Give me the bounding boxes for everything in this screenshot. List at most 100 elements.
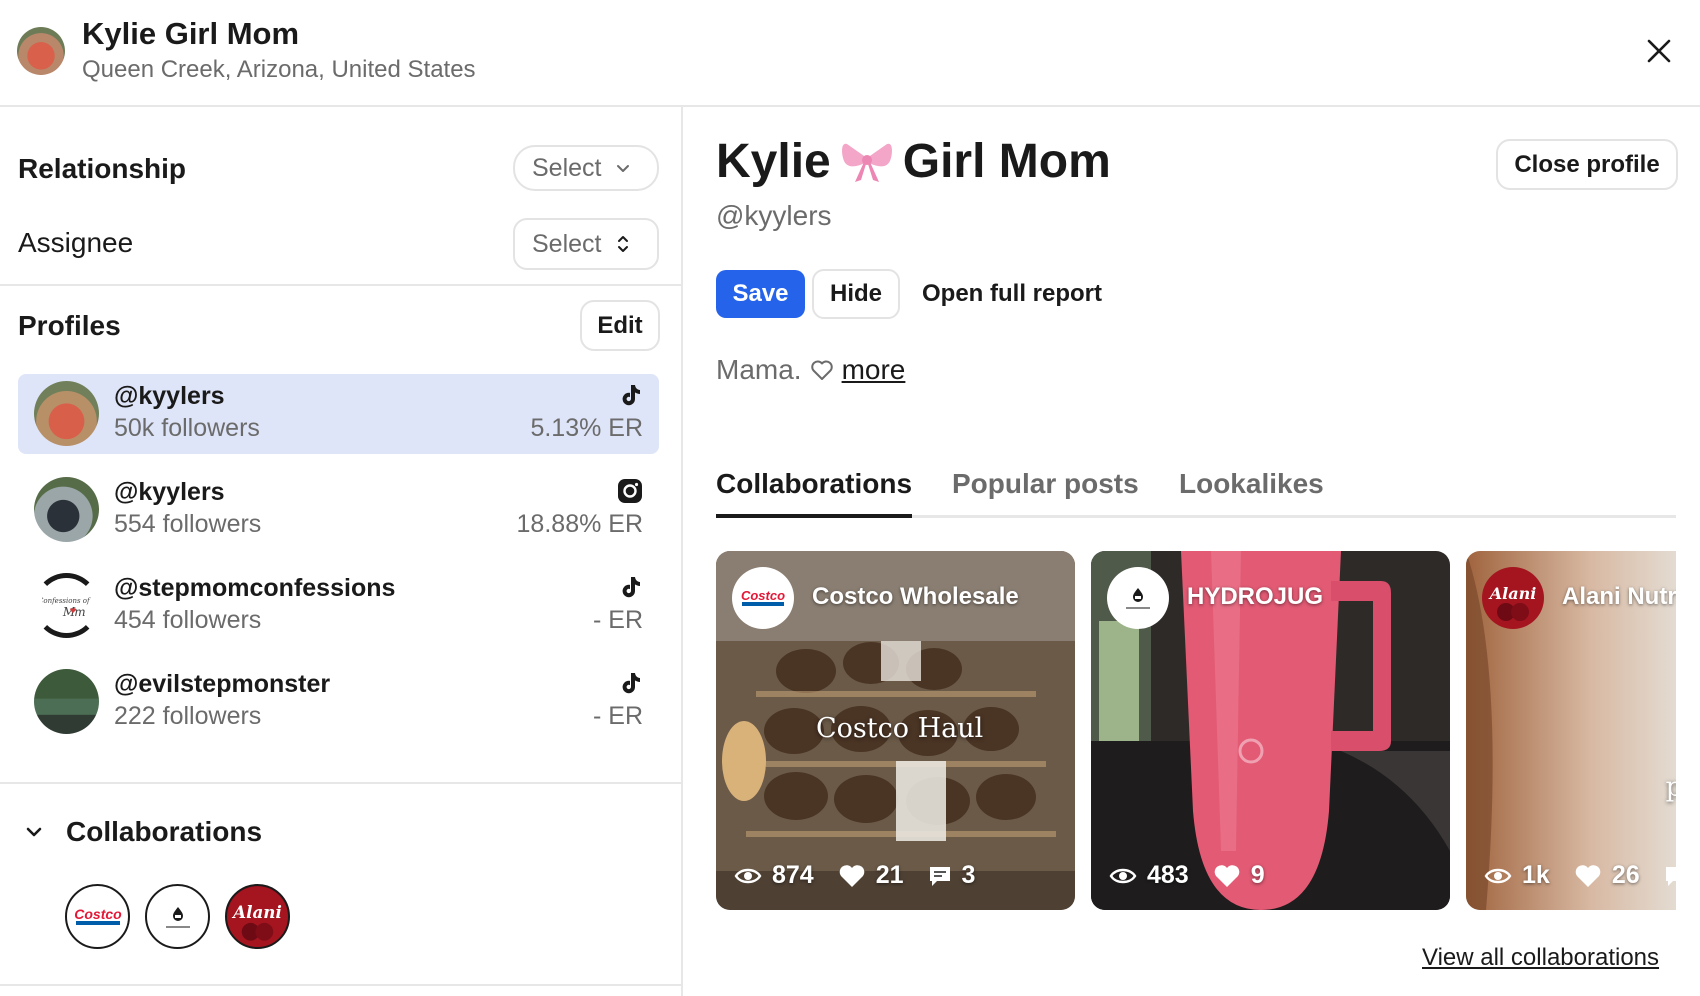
comments-count: 3 [961, 861, 976, 889]
likes-count: 26 [1611, 861, 1640, 889]
profile-followers: 454 followers [114, 606, 262, 634]
tab-collaborations[interactable]: Collaborations [716, 468, 912, 518]
header-location: Queen Creek, Arizona, United States [82, 56, 476, 83]
card-stats: 483 9 [1109, 861, 1279, 890]
open-full-report-link[interactable]: Open full report [922, 280, 1102, 308]
assignee-label: Assignee [18, 227, 134, 258]
avatar [34, 669, 99, 734]
profile-handle: @stepmomconfessions [114, 574, 396, 602]
costco-logo-icon: Costco [74, 906, 122, 925]
tab-lookalikes[interactable]: Lookalikes [1179, 468, 1324, 518]
collaboration-card[interactable]: HYDROJUG 483 9 [1091, 551, 1450, 910]
svg-text:Alani: Alani [231, 901, 282, 921]
relationship-select[interactable]: Select [513, 145, 659, 191]
collaboration-card[interactable]: POV: Your postpartum Alani Alani Nutriti… [1466, 551, 1676, 910]
chevron-down-icon[interactable] [22, 820, 46, 844]
views-count: 483 [1147, 861, 1189, 889]
likes-count: 9 [1250, 861, 1265, 889]
tabs: Collaborations Popular posts Lookalikes [716, 468, 1676, 518]
avatar [34, 381, 99, 446]
profile-header: Kylie Girl Mom Queen Creek, Arizona, Uni… [0, 0, 1700, 107]
avatar [34, 477, 99, 542]
likes-count: 21 [875, 861, 904, 889]
comment-icon [1665, 866, 1676, 886]
card-stats: 874 21 3 [734, 861, 989, 890]
svg-text:m: m [74, 605, 85, 619]
save-button[interactable]: Save [716, 270, 805, 318]
views-count: 874 [772, 861, 814, 889]
svg-text:Alani: Alani [1488, 584, 1537, 603]
avatar [17, 27, 65, 75]
card-brand-name: Alani Nutrition [1562, 583, 1676, 610]
post-overlay-text: Costco Haul [816, 713, 984, 744]
instagram-icon [618, 479, 642, 503]
bio: Mama. more [716, 354, 905, 386]
bow-icon [841, 143, 892, 182]
chevron-updown-icon [618, 236, 629, 252]
hydrojug-logo-icon [1107, 567, 1169, 629]
hide-button[interactable]: Hide [812, 269, 900, 319]
collaboration-card[interactable]: Costco Haul Costco Costco Wholesale 874 … [716, 551, 1075, 910]
profile-followers: 554 followers [114, 510, 262, 538]
profile-followers: 50k followers [114, 414, 260, 442]
profile-handle: @kyylers [114, 478, 225, 506]
collaboration-cards: Costco Haul Costco Costco Wholesale 874 … [716, 551, 1676, 911]
comment-icon [929, 866, 950, 886]
heart-icon [1214, 864, 1240, 887]
alani-logo-icon: Alani [1482, 567, 1544, 629]
left-panel: Relationship Select Assignee Select Prof… [0, 107, 683, 996]
svg-text:Costco: Costco [741, 588, 785, 603]
relationship-select-value: Select [532, 153, 602, 182]
svg-text:Costco: Costco [74, 906, 122, 922]
bio-text: Mama. [716, 354, 802, 385]
stepmom-logo-icon: Confessions of a M m [42, 597, 92, 619]
eye-icon [1109, 868, 1137, 883]
header-name: Kylie Girl Mom [82, 16, 300, 51]
profile-handle: @kyylers [114, 382, 225, 410]
profile-name-last: Girl Mom [902, 135, 1111, 188]
profile-er: - ER [593, 606, 643, 634]
post-overlay-text: POV: Your postpartum [1665, 772, 1676, 803]
svg-text:Confessions of a: Confessions of a [42, 597, 92, 605]
brand-costco-logo[interactable]: Costco [65, 884, 130, 949]
relationship-label: Relationship [18, 153, 187, 184]
brand-hydrojug-logo[interactable] [145, 884, 210, 949]
eye-icon [1484, 868, 1512, 883]
profile-row[interactable]: @kyylers 554 followers 18.88% ER [18, 470, 659, 550]
assignee-select[interactable]: Select [513, 218, 659, 270]
card-stats: 1k 26 [1484, 861, 1676, 890]
card-brand-name: HYDROJUG [1187, 583, 1324, 610]
edit-profiles-button[interactable]: Edit [580, 300, 660, 351]
profile-followers: 222 followers [114, 702, 262, 730]
close-profile-button[interactable]: Close profile [1496, 139, 1678, 190]
alani-logo-icon: Alani [227, 886, 288, 947]
profile-er: 18.88% ER [516, 510, 643, 538]
card-brand-name: Costco Wholesale [812, 583, 1019, 610]
divider [0, 782, 683, 784]
bio-more-link[interactable]: more [842, 354, 906, 386]
profile-handle-main: @kyylers [716, 200, 832, 231]
profiles-title: Profiles [18, 310, 121, 341]
views-count: 1k [1522, 861, 1550, 889]
divider [0, 284, 683, 286]
profile-row[interactable]: @kyylers 50k followers 5.13% ER [18, 374, 659, 454]
profile-row[interactable]: Confessions of a M m @stepmomconfessions… [18, 566, 659, 646]
close-icon[interactable] [1640, 32, 1678, 70]
divider [0, 984, 683, 986]
chevron-down-icon [617, 165, 630, 172]
costco-logo-icon: Costco [732, 567, 794, 629]
profile-row[interactable]: @evilstepmonster 222 followers - ER [18, 662, 659, 742]
view-all-collaborations-link[interactable]: View all collaborations [1422, 944, 1659, 972]
heart-outline-icon [810, 360, 833, 380]
tab-popular-posts[interactable]: Popular posts [952, 468, 1139, 518]
profile-handle: @evilstepmonster [114, 670, 331, 698]
tiktok-icon [622, 385, 640, 406]
hydrojug-logo-icon [165, 906, 190, 928]
profile-name: Kylie Girl Mom [716, 134, 1111, 189]
assignee-select-value: Select [532, 229, 602, 258]
eye-icon [734, 868, 762, 883]
tiktok-icon [622, 577, 640, 598]
brand-alani-logo[interactable]: Alani [225, 884, 290, 949]
profile-er: - ER [593, 702, 643, 730]
tiktok-icon [622, 673, 640, 694]
